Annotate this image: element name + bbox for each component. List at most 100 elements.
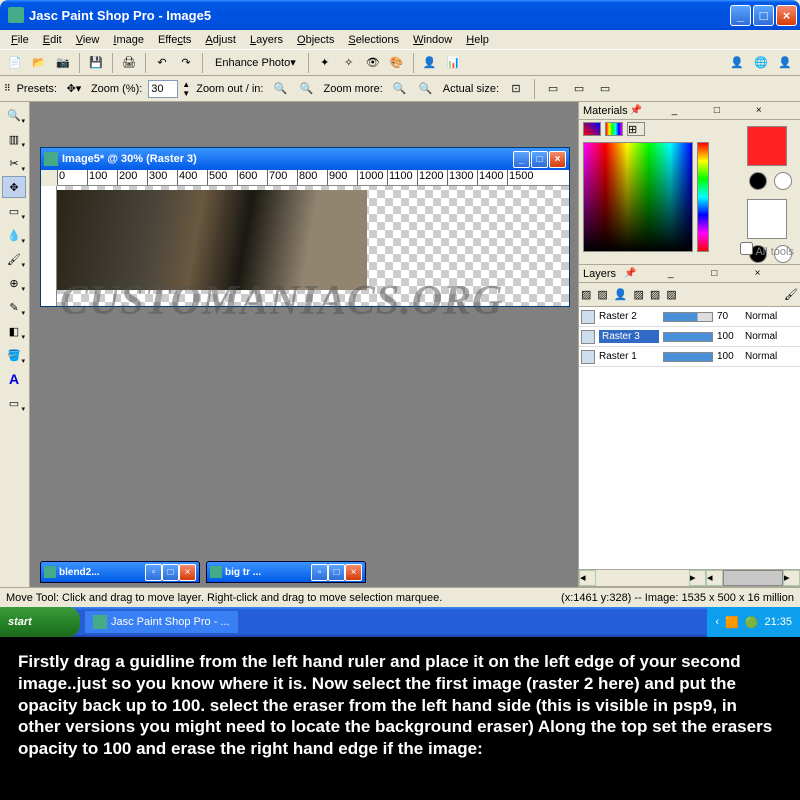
document-window[interactable]: Image5* @ 30% (Raster 3) _ □ × 010020030… (40, 147, 570, 307)
mindoc-restore[interactable]: ▫ (145, 564, 162, 581)
panel-min[interactable]: _ (668, 268, 707, 279)
text-tool[interactable]: A (2, 368, 26, 390)
panel-close[interactable]: × (756, 105, 794, 116)
brush-icon[interactable]: 🖌 (784, 288, 798, 301)
dropper-tool[interactable]: 💧▾ (2, 224, 26, 246)
new-adjust-icon[interactable]: 👤 (614, 288, 628, 301)
ruler-vertical[interactable] (41, 186, 57, 306)
shape-tool[interactable]: ▭▾ (2, 392, 26, 414)
handle-icon[interactable]: ⠿ (4, 83, 11, 94)
dup-layer-icon[interactable]: ▨ (634, 288, 644, 301)
crop-tool[interactable]: ✂▾ (2, 152, 26, 174)
print-button[interactable]: 🖨 (118, 52, 140, 74)
tray-arrow-icon[interactable]: ‹ (715, 616, 719, 628)
new-layer-icon[interactable]: ▨ (581, 288, 591, 301)
mindoc-max[interactable]: □ (328, 564, 345, 581)
menu-view[interactable]: View (69, 32, 107, 48)
tab-rainbow[interactable] (583, 122, 601, 136)
zoomout2-icon[interactable]: 🔍 (389, 78, 411, 100)
start-button[interactable]: start (0, 607, 80, 637)
opts-icon[interactable]: ▨ (666, 288, 676, 301)
menu-effects[interactable]: Effects (151, 32, 198, 48)
layer-visibility-icon[interactable] (581, 330, 595, 344)
pin-icon[interactable]: 📌 (624, 268, 663, 279)
mindoc-close[interactable]: × (179, 564, 196, 581)
document-titlebar[interactable]: Image5* @ 30% (Raster 3) _ □ × (41, 148, 569, 170)
new-button[interactable]: 📄 (4, 52, 26, 74)
effect1-icon[interactable]: ✦ (314, 52, 336, 74)
layer-name[interactable]: Raster 2 (599, 311, 659, 322)
zoomout-icon[interactable]: 🔍 (269, 78, 291, 100)
ruler-horizontal[interactable]: 0100200300400500600700800900100011001200… (57, 170, 569, 186)
menu-file[interactable]: File (4, 32, 36, 48)
canvas[interactable] (57, 186, 569, 306)
tray-icon-2[interactable]: 🟢 (745, 616, 759, 629)
eye-icon[interactable]: 👁 (362, 52, 384, 74)
move-tool[interactable]: ✥ (2, 176, 26, 198)
zoomin-icon[interactable]: 🔍 (295, 78, 317, 100)
retouch-tool[interactable]: ✎▾ (2, 296, 26, 318)
layer-blend-mode[interactable]: Normal (745, 351, 777, 362)
layer-opacity-slider[interactable] (663, 332, 713, 342)
layer-row[interactable]: Raster 3 100 Normal (579, 327, 800, 347)
menu-window[interactable]: Window (406, 32, 459, 48)
zoom-spinner[interactable]: ▲▼ (182, 80, 190, 98)
actualsize-icon[interactable]: ⊡ (505, 78, 527, 100)
layer-row[interactable]: Raster 1 100 Normal (579, 347, 800, 367)
chart-icon[interactable]: 📊 (443, 52, 465, 74)
system-tray[interactable]: ‹ 🟧 🟢 21:35 (707, 607, 800, 637)
hue-slider[interactable] (697, 142, 709, 252)
new-mask-icon[interactable]: ▨ (597, 288, 607, 301)
user1-icon[interactable]: 👤 (726, 52, 748, 74)
brush-tool[interactable]: 🖌▾ (2, 248, 26, 270)
zoom-input[interactable] (148, 80, 178, 98)
menu-image[interactable]: Image (106, 32, 151, 48)
close-button[interactable]: × (776, 5, 797, 26)
pick-tool[interactable]: ▥▾ (2, 128, 26, 150)
win2-icon[interactable]: ▭ (568, 78, 590, 100)
win3-icon[interactable]: ▭ (594, 78, 616, 100)
doc-minimize[interactable]: _ (513, 151, 530, 168)
tab-frame[interactable] (605, 122, 623, 136)
layer-blend-mode[interactable]: Normal (745, 311, 777, 322)
tab-swatches[interactable]: ⊞ (627, 122, 645, 136)
undo-button[interactable]: ↶ (151, 52, 173, 74)
zoom-tool[interactable]: 🔍▾ (2, 104, 26, 126)
menu-edit[interactable]: Edit (36, 32, 69, 48)
redo-button[interactable]: ↷ (175, 52, 197, 74)
all-tools-checkbox[interactable] (740, 242, 753, 255)
globe-icon[interactable]: 🌐 (750, 52, 772, 74)
minimized-doc-1[interactable]: blend2... ▫ □ × (40, 561, 200, 583)
fg-style[interactable] (749, 172, 767, 190)
doc-maximize[interactable]: □ (531, 151, 548, 168)
layers-scrollbar[interactable]: ◂ ▸ ◂ ▸ (579, 569, 800, 586)
panel-max[interactable]: □ (711, 268, 750, 279)
move-preset-icon[interactable]: ✥▾ (63, 78, 85, 100)
panel-close[interactable]: × (755, 268, 794, 279)
layer-blend-mode[interactable]: Normal (745, 331, 777, 342)
layer-opacity-slider[interactable] (663, 312, 713, 322)
person-icon[interactable]: 👤 (419, 52, 441, 74)
fill-tool[interactable]: 🪣▾ (2, 344, 26, 366)
layer-visibility-icon[interactable] (581, 310, 595, 324)
doc-close[interactable]: × (549, 151, 566, 168)
transparent-toggle[interactable] (774, 172, 792, 190)
menu-layers[interactable]: Layers (243, 32, 290, 48)
maximize-button[interactable]: □ (753, 5, 774, 26)
layer-row[interactable]: Raster 2 70 Normal (579, 307, 800, 327)
menu-help[interactable]: Help (459, 32, 496, 48)
taskbar-item[interactable]: Jasc Paint Shop Pro - ... (84, 610, 239, 634)
mindoc-max[interactable]: □ (162, 564, 179, 581)
mindoc-restore[interactable]: ▫ (311, 564, 328, 581)
pin-icon[interactable]: 📌 (630, 105, 668, 116)
enhance-photo-button[interactable]: Enhance Photo ▾ (208, 52, 303, 74)
palette-icon[interactable]: 🎨 (386, 52, 408, 74)
minimize-button[interactable]: _ (730, 5, 751, 26)
background-swatch[interactable] (747, 199, 787, 239)
save-button[interactable]: 💾 (85, 52, 107, 74)
menu-adjust[interactable]: Adjust (198, 32, 243, 48)
clone-tool[interactable]: ⊕▾ (2, 272, 26, 294)
zoomin2-icon[interactable]: 🔍 (415, 78, 437, 100)
color-picker[interactable] (583, 142, 693, 252)
minimized-doc-2[interactable]: big tr ... ▫ □ × (206, 561, 366, 583)
